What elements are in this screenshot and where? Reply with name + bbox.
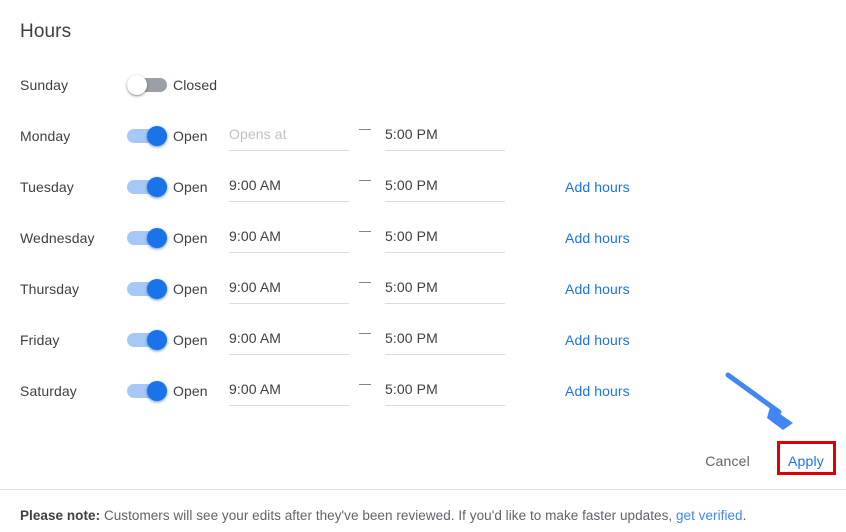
get-verified-link[interactable]: get verified bbox=[676, 508, 743, 523]
hours-day-row: Saturday Open Add hours bbox=[0, 372, 846, 423]
time-range-separator-icon bbox=[359, 384, 371, 385]
day-label: Saturday bbox=[20, 382, 77, 400]
time-range-separator-icon bbox=[359, 231, 371, 232]
page-title: Hours bbox=[20, 20, 71, 44]
footer-note-text: Please note: Customers will see your edi… bbox=[20, 507, 746, 525]
footer-note-prefix: Please note: bbox=[20, 508, 100, 523]
toggle-knob bbox=[147, 330, 167, 350]
toggle-knob bbox=[147, 126, 167, 146]
day-label: Friday bbox=[20, 331, 60, 349]
hours-day-row: Wednesday Open Add hours bbox=[0, 219, 846, 270]
day-label: Thursday bbox=[20, 280, 79, 298]
hours-day-row: Sunday Closed bbox=[0, 66, 846, 117]
add-hours-link[interactable]: Add hours bbox=[565, 280, 630, 298]
toggle-knob bbox=[147, 279, 167, 299]
toggle-state-label: Closed bbox=[173, 76, 217, 94]
closing-time-input[interactable] bbox=[385, 223, 505, 253]
time-range-separator-icon bbox=[359, 129, 371, 130]
footer-notice: Please note: Customers will see your edi… bbox=[0, 489, 846, 532]
hours-day-row: Tuesday Open Add hours bbox=[0, 168, 846, 219]
opening-time-input[interactable] bbox=[229, 274, 349, 304]
hours-day-row: Friday Open Add hours bbox=[0, 321, 846, 372]
toggle-knob bbox=[147, 381, 167, 401]
toggle-state-label: Open bbox=[173, 229, 208, 247]
toggle-knob bbox=[127, 75, 147, 95]
closing-time-input[interactable] bbox=[385, 121, 505, 151]
dialog-actions: Cancel Apply bbox=[689, 443, 840, 479]
opening-time-input[interactable] bbox=[229, 376, 349, 406]
day-label: Monday bbox=[20, 127, 70, 145]
cancel-button[interactable]: Cancel bbox=[689, 444, 766, 478]
open-closed-toggle[interactable] bbox=[127, 228, 171, 248]
opening-time-input[interactable] bbox=[229, 121, 349, 151]
day-label: Wednesday bbox=[20, 229, 95, 247]
hours-day-row: Thursday Open Add hours bbox=[0, 270, 846, 321]
add-hours-link[interactable]: Add hours bbox=[565, 178, 630, 196]
closing-time-input[interactable] bbox=[385, 172, 505, 202]
add-hours-link[interactable]: Add hours bbox=[565, 229, 630, 247]
time-range-separator-icon bbox=[359, 282, 371, 283]
toggle-state-label: Open bbox=[173, 127, 208, 145]
business-hours-editor-panel: Hours Sunday Closed Monday Open Tuesday Open A… bbox=[0, 0, 846, 531]
toggle-knob bbox=[147, 177, 167, 197]
toggle-state-label: Open bbox=[173, 331, 208, 349]
time-range-separator-icon bbox=[359, 333, 371, 334]
open-closed-toggle[interactable] bbox=[127, 381, 171, 401]
opening-time-input[interactable] bbox=[229, 223, 349, 253]
hours-day-row: Monday Open bbox=[0, 117, 846, 168]
open-closed-toggle[interactable] bbox=[127, 279, 171, 299]
opening-time-input[interactable] bbox=[229, 172, 349, 202]
opening-time-input[interactable] bbox=[229, 325, 349, 355]
toggle-knob bbox=[147, 228, 167, 248]
open-closed-toggle[interactable] bbox=[127, 177, 171, 197]
hours-day-list: Sunday Closed Monday Open Tuesday Open Add hou… bbox=[0, 66, 846, 423]
toggle-state-label: Open bbox=[173, 178, 208, 196]
add-hours-link[interactable]: Add hours bbox=[565, 382, 630, 400]
closing-time-input[interactable] bbox=[385, 274, 505, 304]
apply-button[interactable]: Apply bbox=[772, 444, 840, 478]
day-label: Tuesday bbox=[20, 178, 74, 196]
day-label: Sunday bbox=[20, 76, 68, 94]
open-closed-toggle[interactable] bbox=[127, 75, 171, 95]
time-range-separator-icon bbox=[359, 180, 371, 181]
open-closed-toggle[interactable] bbox=[127, 126, 171, 146]
add-hours-link[interactable]: Add hours bbox=[565, 331, 630, 349]
footer-note-body: Customers will see your edits after they… bbox=[100, 508, 676, 523]
toggle-state-label: Open bbox=[173, 280, 208, 298]
footer-note-suffix: . bbox=[743, 508, 747, 523]
closing-time-input[interactable] bbox=[385, 376, 505, 406]
toggle-state-label: Open bbox=[173, 382, 208, 400]
open-closed-toggle[interactable] bbox=[127, 330, 171, 350]
closing-time-input[interactable] bbox=[385, 325, 505, 355]
